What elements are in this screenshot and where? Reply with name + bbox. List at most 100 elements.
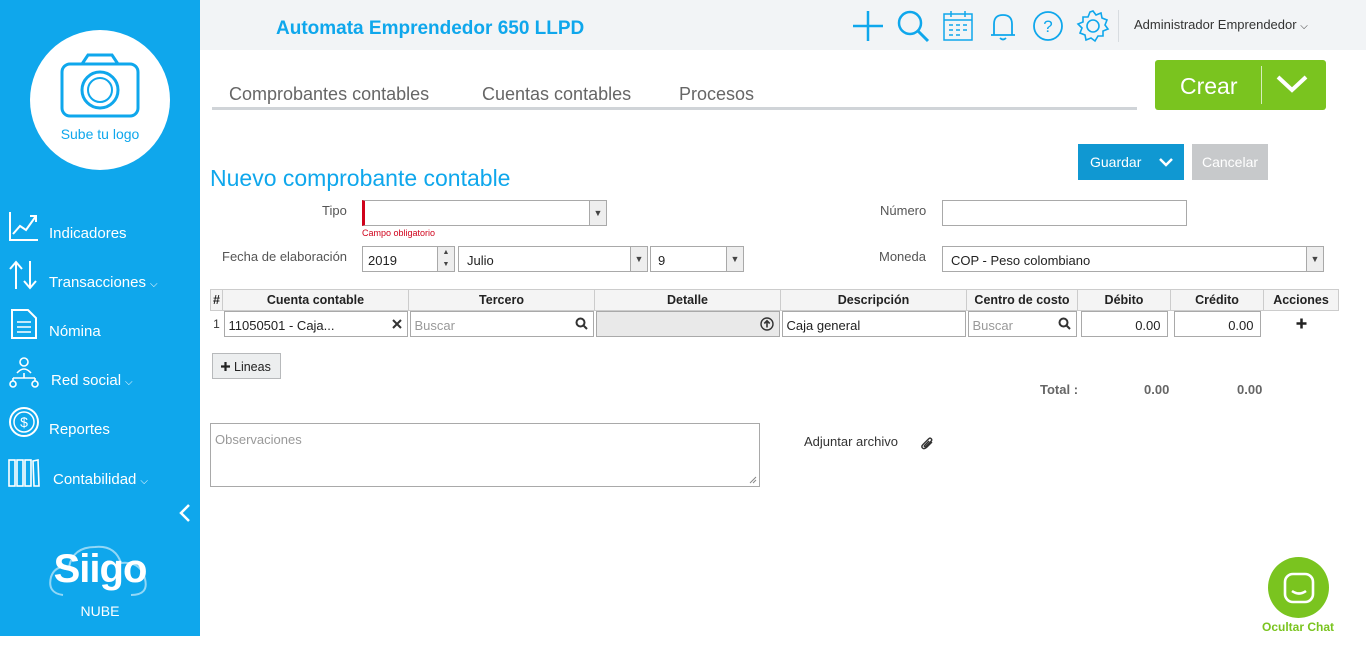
chat-icon [1283, 572, 1315, 604]
tab-comprobantes-contables[interactable]: Comprobantes contables [229, 84, 429, 105]
tab-procesos[interactable]: Procesos [679, 84, 754, 105]
descripcion-field[interactable]: Caja general [781, 311, 966, 338]
cancelar-button[interactable]: Cancelar [1192, 144, 1268, 180]
sidebar-item-contabilidad[interactable]: Contabilidad ⌵ [8, 456, 198, 496]
guardar-label: Guardar [1090, 154, 1142, 170]
chart-line-icon [9, 212, 38, 241]
year-value: 2019 [368, 253, 397, 268]
sidebar-item-indicadores[interactable]: Indicadores [8, 210, 198, 250]
col-header-acciones: Acciones [1263, 289, 1339, 311]
chevron-down-icon: ⌵ [1300, 21, 1308, 32]
divider [1261, 66, 1262, 104]
sidebar-item-red-social[interactable]: Red social ⌵ [8, 357, 198, 397]
exchange-arrows-icon [9, 260, 37, 290]
centro-costo-search-input[interactable]: Buscar [967, 311, 1077, 338]
sidebar-item-label: Indicadores [49, 225, 127, 242]
chevron-down-icon: ▼ [726, 247, 743, 271]
observaciones-placeholder: Observaciones [215, 432, 302, 447]
centro-costo-placeholder: Buscar [972, 318, 1013, 334]
gear-icon[interactable] [1076, 9, 1110, 43]
circle-arrow-up-icon[interactable] [759, 317, 774, 331]
tipo-select[interactable]: ▼ [362, 200, 607, 226]
ocultar-chat-link[interactable]: Ocultar Chat [1262, 620, 1334, 634]
add-row-icon[interactable] [1296, 318, 1307, 329]
month-value: Julio [467, 253, 494, 268]
table-row: 1 11050501 - Caja... Buscar Caja general… [211, 311, 1339, 338]
add-lineas-button[interactable]: Lineas [212, 353, 281, 379]
help-icon[interactable]: ? [1031, 9, 1065, 43]
user-menu[interactable]: Administrador Emprendedor ⌵ [1134, 17, 1308, 32]
credito-input[interactable]: 0.00 [1173, 311, 1261, 338]
siigo-wordmark: Siigo [53, 547, 148, 591]
moneda-select[interactable]: COP - Peso colombiano ▼ [942, 246, 1324, 272]
crear-button[interactable]: Crear [1155, 60, 1326, 110]
books-icon [8, 459, 40, 487]
search-icon[interactable] [1058, 317, 1071, 330]
col-header-detalle: Detalle [594, 289, 781, 311]
tercero-search-input[interactable]: Buscar [409, 311, 594, 338]
company-title: Automata Emprendedor 650 LLPD [276, 18, 585, 39]
camera-icon [60, 53, 140, 118]
day-value: 9 [658, 253, 666, 268]
siigo-logo: Siigo NUBE [45, 535, 155, 625]
tercero-placeholder: Buscar [414, 318, 455, 334]
observaciones-textarea[interactable]: Observaciones [210, 423, 760, 487]
chevron-down-icon: ▼ [630, 247, 647, 271]
bell-icon[interactable] [986, 9, 1020, 43]
month-select[interactable]: Julio ▼ [458, 246, 648, 272]
chevron-left-icon[interactable] [178, 503, 192, 523]
top-bar: Automata Emprendedor 650 LLPD ? Administ… [200, 0, 1366, 50]
cuenta-field[interactable]: 11050501 - Caja... [223, 311, 408, 338]
moneda-label: Moneda [879, 249, 926, 264]
paperclip-icon[interactable] [921, 436, 935, 450]
numero-field[interactable] [942, 200, 1187, 226]
tipo-error: Campo obligatorio [362, 228, 436, 238]
numero-label: Número [880, 203, 927, 218]
chevron-down-icon[interactable] [1158, 155, 1174, 169]
chevron-down-icon: ⌵ [150, 279, 158, 290]
siigo-subtitle: NUBE [80, 603, 120, 619]
search-icon[interactable] [575, 317, 588, 330]
logo-text: Sube tu logo [60, 126, 140, 142]
sidebar-item-label: Nómina [49, 323, 101, 340]
total-debito: 0.00 [1144, 382, 1170, 397]
search-icon[interactable] [896, 9, 930, 43]
debito-input[interactable]: 0.00 [1080, 311, 1168, 338]
dollar-coin-icon: $ [9, 407, 39, 437]
chevron-down-icon: ▼ [1306, 247, 1323, 271]
day-select[interactable]: 9 ▼ [650, 246, 744, 272]
debito-value: 0.00 [1135, 318, 1161, 334]
resize-grip-icon[interactable] [749, 476, 757, 484]
plus-icon[interactable] [851, 9, 885, 43]
col-header-descripcion: Descripción [780, 289, 967, 311]
total-label: Total : [1040, 382, 1079, 397]
svg-text:$: $ [20, 414, 28, 430]
chevron-down-icon: ⌵ [140, 476, 148, 487]
sidebar-item-label: Contabilidad ⌵ [53, 471, 148, 488]
col-header-debito: Débito [1077, 289, 1171, 311]
chevron-down-icon: ▼ [589, 201, 606, 225]
chat-launcher[interactable] [1268, 557, 1329, 618]
chevron-down-icon: ⌵ [125, 377, 133, 388]
calendar-icon[interactable] [941, 9, 975, 43]
stepper-arrows-icon[interactable]: ▲ ▼ [437, 247, 454, 271]
clear-icon[interactable] [391, 319, 402, 329]
credito-value: 0.00 [1228, 318, 1254, 334]
col-header-num: # [210, 289, 223, 311]
logo-upload[interactable]: Sube tu logo [30, 30, 170, 170]
sidebar-item-reportes[interactable]: $ Reportes [8, 406, 198, 446]
sidebar-item-nomina[interactable]: Nómina [8, 308, 198, 348]
detalle-field[interactable] [595, 311, 780, 338]
year-stepper[interactable]: 2019 ▲ ▼ [362, 246, 455, 272]
tab-cuentas-contables[interactable]: Cuentas contables [482, 84, 631, 105]
moneda-value: COP - Peso colombiano [951, 253, 1091, 268]
plus-icon [221, 362, 230, 371]
sidebar-item-transacciones[interactable]: Transacciones ⌵ [8, 259, 198, 299]
guardar-button[interactable]: Guardar [1078, 144, 1184, 180]
chevron-down-icon[interactable] [1275, 70, 1309, 98]
crear-label: Crear [1180, 73, 1238, 99]
tipo-label: Tipo [322, 203, 347, 218]
page-title: Nuevo comprobante contable [210, 165, 511, 191]
sidebar-item-label: Red social ⌵ [51, 372, 133, 389]
adjuntar-label: Adjuntar archivo [804, 434, 898, 449]
